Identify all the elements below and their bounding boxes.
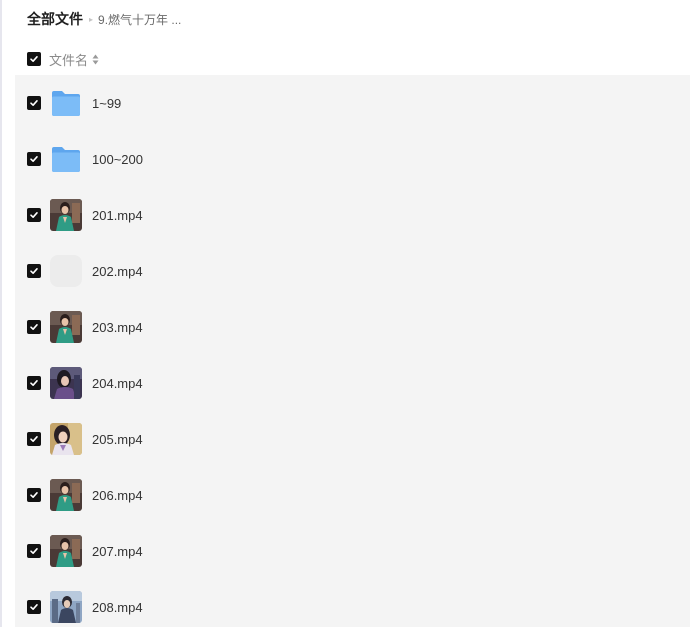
video-thumbnail — [50, 367, 82, 399]
select-all-checkbox[interactable] — [27, 52, 41, 66]
row-checkbox[interactable] — [27, 320, 41, 334]
file-name: 205.mp4 — [92, 431, 143, 447]
blank-thumbnail — [50, 255, 82, 287]
file-row[interactable]: 202.mp4 — [15, 243, 690, 299]
row-checkbox[interactable] — [27, 432, 41, 446]
video-thumbnail — [50, 591, 82, 623]
breadcrumb-root-link[interactable]: 全部文件 — [27, 9, 83, 29]
row-checkbox[interactable] — [27, 544, 41, 558]
check-icon — [30, 548, 38, 554]
video-thumbnail — [50, 199, 82, 231]
file-row[interactable]: 201.mp4 — [15, 187, 690, 243]
file-name: 1~99 — [92, 95, 122, 111]
file-name: 206.mp4 — [92, 487, 143, 503]
breadcrumb: 全部文件 ▸ 9.燃气十万年 ... — [27, 9, 181, 29]
video-thumbnail — [50, 423, 82, 455]
file-row[interactable]: 100~200 — [15, 131, 690, 187]
breadcrumb-separator-icon: ▸ — [89, 14, 94, 24]
row-checkbox[interactable] — [27, 600, 41, 614]
filename-column-label: 文件名 — [49, 52, 89, 68]
file-row[interactable]: 205.mp4 — [15, 411, 690, 467]
check-icon — [30, 56, 38, 62]
filename-column-header[interactable]: 文件名 — [49, 50, 99, 69]
check-icon — [30, 604, 38, 610]
file-name: 100~200 — [92, 151, 143, 167]
row-checkbox[interactable] — [27, 488, 41, 502]
file-list: 1~99 100~200 201.mp4 202.mp4 203.mp4 204… — [15, 75, 690, 627]
check-icon — [30, 156, 38, 162]
check-icon — [30, 268, 38, 274]
sort-icon[interactable] — [92, 54, 99, 65]
row-checkbox[interactable] — [27, 264, 41, 278]
check-icon — [30, 436, 38, 442]
file-row[interactable]: 206.mp4 — [15, 467, 690, 523]
left-border — [0, 0, 2, 627]
file-row[interactable]: 204.mp4 — [15, 355, 690, 411]
file-list-header: 文件名 — [15, 45, 690, 73]
folder-icon — [50, 87, 82, 119]
breadcrumb-current-folder[interactable]: 9.燃气十万年 ... — [98, 11, 181, 28]
row-checkbox[interactable] — [27, 96, 41, 110]
check-icon — [30, 380, 38, 386]
file-name: 202.mp4 — [92, 263, 143, 279]
file-row[interactable]: 1~99 — [15, 75, 690, 131]
video-thumbnail — [50, 479, 82, 511]
check-icon — [30, 212, 38, 218]
file-name: 208.mp4 — [92, 599, 143, 615]
row-checkbox[interactable] — [27, 152, 41, 166]
row-checkbox[interactable] — [27, 376, 41, 390]
check-icon — [30, 324, 38, 330]
file-name: 201.mp4 — [92, 207, 143, 223]
check-icon — [30, 100, 38, 106]
file-name: 204.mp4 — [92, 375, 143, 391]
file-row[interactable]: 207.mp4 — [15, 523, 690, 579]
video-thumbnail — [50, 535, 82, 567]
folder-icon — [50, 143, 82, 175]
file-row[interactable]: 203.mp4 — [15, 299, 690, 355]
row-checkbox[interactable] — [27, 208, 41, 222]
file-name: 207.mp4 — [92, 543, 143, 559]
file-name: 203.mp4 — [92, 319, 143, 335]
video-thumbnail — [50, 311, 82, 343]
check-icon — [30, 492, 38, 498]
